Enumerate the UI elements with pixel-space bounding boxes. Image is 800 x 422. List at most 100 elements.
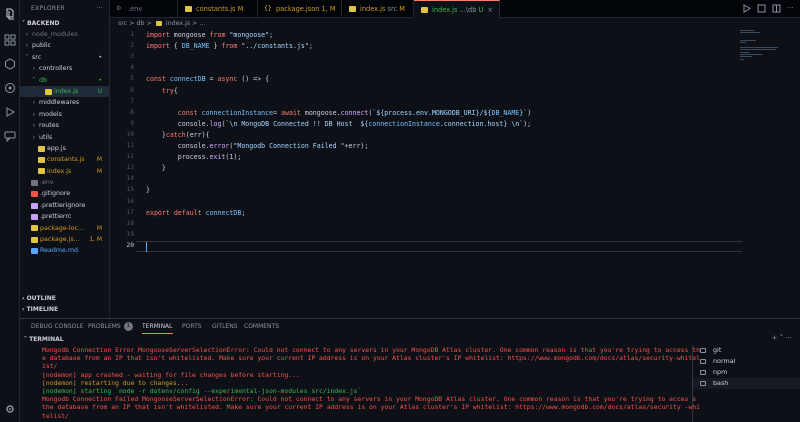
folder-item[interactable]: ˅ src • <box>20 52 109 63</box>
terminal-instance[interactable]: git <box>693 345 800 356</box>
code-line[interactable]: const connectDB = async () => { <box>146 75 269 83</box>
terminal-icon <box>700 381 706 386</box>
terminal-output[interactable]: Mongodb Connection Error MongooseServerS… <box>42 346 700 420</box>
breadcrumb-separator: > <box>129 20 135 27</box>
breadcrumb-db[interactable]: db <box>137 20 145 27</box>
editor-tabs: ⚙ .env constants.js M {} package.json 1, M in… <box>110 0 800 18</box>
tree-item-label: .prettierrc <box>40 213 72 221</box>
extensions-icon[interactable] <box>4 34 16 46</box>
file-item[interactable]: .gitignore <box>20 188 109 199</box>
code-line[interactable]: try{ <box>146 87 178 95</box>
breadcrumb-src[interactable]: src <box>118 20 127 27</box>
panel-tab[interactable]: TERMINAL <box>142 319 173 334</box>
terminal-actions[interactable]: + ˅ ··· <box>772 334 793 342</box>
git-status-badge: M <box>96 224 102 232</box>
code-line[interactable]: } <box>146 186 150 194</box>
json-file-icon <box>31 236 38 243</box>
js-file-icon <box>349 6 356 12</box>
code-line[interactable]: export default connectDB; <box>146 209 245 217</box>
folder-item[interactable]: › node_modules <box>20 29 109 40</box>
line-number: 7 <box>130 97 134 105</box>
line-number: 5 <box>130 75 134 83</box>
tree-item-label: .env <box>40 179 54 187</box>
code-line[interactable]: } <box>146 164 166 172</box>
editor-tab[interactable]: ⚙ .env <box>110 0 178 18</box>
run-debug-icon[interactable] <box>4 106 16 118</box>
panel-tab[interactable]: PORTS <box>182 319 202 334</box>
more-actions-icon[interactable]: ··· <box>787 4 796 13</box>
panel-tab[interactable]: PROBLEMS 1 <box>88 319 133 334</box>
file-item[interactable]: package-loc... M <box>20 223 109 234</box>
file-item[interactable]: index.js M <box>20 166 109 177</box>
file-item[interactable]: .prettierrc <box>20 211 109 222</box>
code-line[interactable]: const connectionInstance= await mongoose… <box>146 109 531 117</box>
js-file-icon <box>421 7 428 13</box>
breadcrumb-file[interactable]: index.js <box>166 20 190 27</box>
folder-item[interactable]: › models <box>20 109 109 120</box>
minimap[interactable] <box>740 30 784 70</box>
git-status-badge: 1, M <box>89 236 102 244</box>
line-number: 16 <box>126 197 134 205</box>
timeline-section[interactable]: › TIMELINE <box>20 304 109 316</box>
explorer-sidebar: EXPLORER ··· ˅ BACKEND › node_modules › pub… <box>20 0 110 318</box>
editor-tab[interactable]: {} package.json 1, M <box>258 0 342 18</box>
terminal-line: [nodemon] restarting due to changes... <box>42 378 189 387</box>
editor-tab[interactable]: constants.js M <box>178 0 258 18</box>
panel-tab[interactable]: DEBUG CONSOLE <box>31 319 84 334</box>
tab-status: M <box>235 5 244 13</box>
tab-status: M <box>397 5 405 13</box>
more-actions-icon[interactable]: ··· <box>96 0 103 18</box>
code-line[interactable]: console.error("Mongodb Connection Failed… <box>146 142 369 150</box>
chat-icon[interactable] <box>4 130 16 142</box>
terminal-instance[interactable]: npm <box>693 367 800 378</box>
file-item[interactable]: constants.js M <box>20 154 109 165</box>
terminal-icon <box>700 359 706 364</box>
workspace-root[interactable]: ˅ BACKEND <box>20 18 109 29</box>
code-line[interactable]: }catch(err){ <box>146 131 210 139</box>
file-item[interactable]: package.js... 1, M <box>20 234 109 245</box>
panel-tab-label: TERMINAL <box>142 323 173 330</box>
panel-tab[interactable]: COMMENTS <box>244 319 279 334</box>
code-line[interactable]: import { DB_NAME } from "../constants.js… <box>146 42 313 50</box>
panel-tab[interactable]: GITLENS <box>212 319 238 334</box>
compare-changes-icon[interactable] <box>757 4 766 13</box>
editor-tab[interactable]: index.js src M <box>342 0 414 18</box>
terminal-instance[interactable]: normal <box>693 356 800 367</box>
line-number: 2 <box>130 42 134 50</box>
settings-gear-icon[interactable] <box>4 403 16 415</box>
tab-label: index.js <box>360 5 386 13</box>
code-line[interactable]: console.log(`\n MongoDB Connected !! DB … <box>146 120 531 128</box>
split-editor-icon[interactable] <box>772 4 781 13</box>
file-item[interactable]: Readme.md <box>20 245 109 256</box>
terminal-line: [nodemon] starting `node -r dotenv/confi… <box>42 387 362 396</box>
editor-tab[interactable]: index.js ...\db U × <box>414 0 500 18</box>
git-status-badge: U <box>97 87 102 95</box>
explorer-title: EXPLORER ··· <box>20 0 109 18</box>
panel-tabs: DEBUG CONSOLE PROBLEMS 1 TERMINAL PORTS GITLE… <box>20 319 800 334</box>
folder-item[interactable]: › public <box>20 40 109 51</box>
source-control-icon[interactable] <box>4 82 16 94</box>
tab-label: package.json <box>276 5 320 13</box>
close-icon[interactable]: × <box>487 6 493 14</box>
js-file-icon <box>45 88 52 95</box>
file-item[interactable]: app.js <box>20 143 109 154</box>
remote-explorer-icon[interactable] <box>4 58 16 70</box>
terminal-instance[interactable]: bash <box>693 378 800 389</box>
tree-item-label: app.js <box>47 144 66 152</box>
folder-item[interactable]: › routes <box>20 120 109 131</box>
chevron-right-icon: › <box>32 99 36 107</box>
folder-item[interactable]: › controllers <box>20 63 109 74</box>
run-icon[interactable] <box>742 4 751 13</box>
files-icon[interactable] <box>4 8 16 20</box>
code-line[interactable]: process.exit(1); <box>146 153 242 161</box>
folder-item[interactable]: ˅ db • <box>20 75 109 86</box>
file-item[interactable]: .prettierignore <box>20 200 109 211</box>
folder-item[interactable]: › utils <box>20 132 109 143</box>
file-item[interactable]: .env <box>20 177 109 188</box>
code-editor[interactable]: 1 import mongoose from "mongoose"; 2 import… <box>110 30 800 318</box>
chevron-down-icon[interactable]: ˅ <box>24 336 27 343</box>
breadcrumb-symbol[interactable]: ... <box>199 20 205 27</box>
file-item[interactable]: index.js U <box>20 85 109 98</box>
code-line[interactable]: import mongoose from "mongoose"; <box>146 31 273 39</box>
folder-item[interactable]: › middlewares <box>20 97 109 108</box>
